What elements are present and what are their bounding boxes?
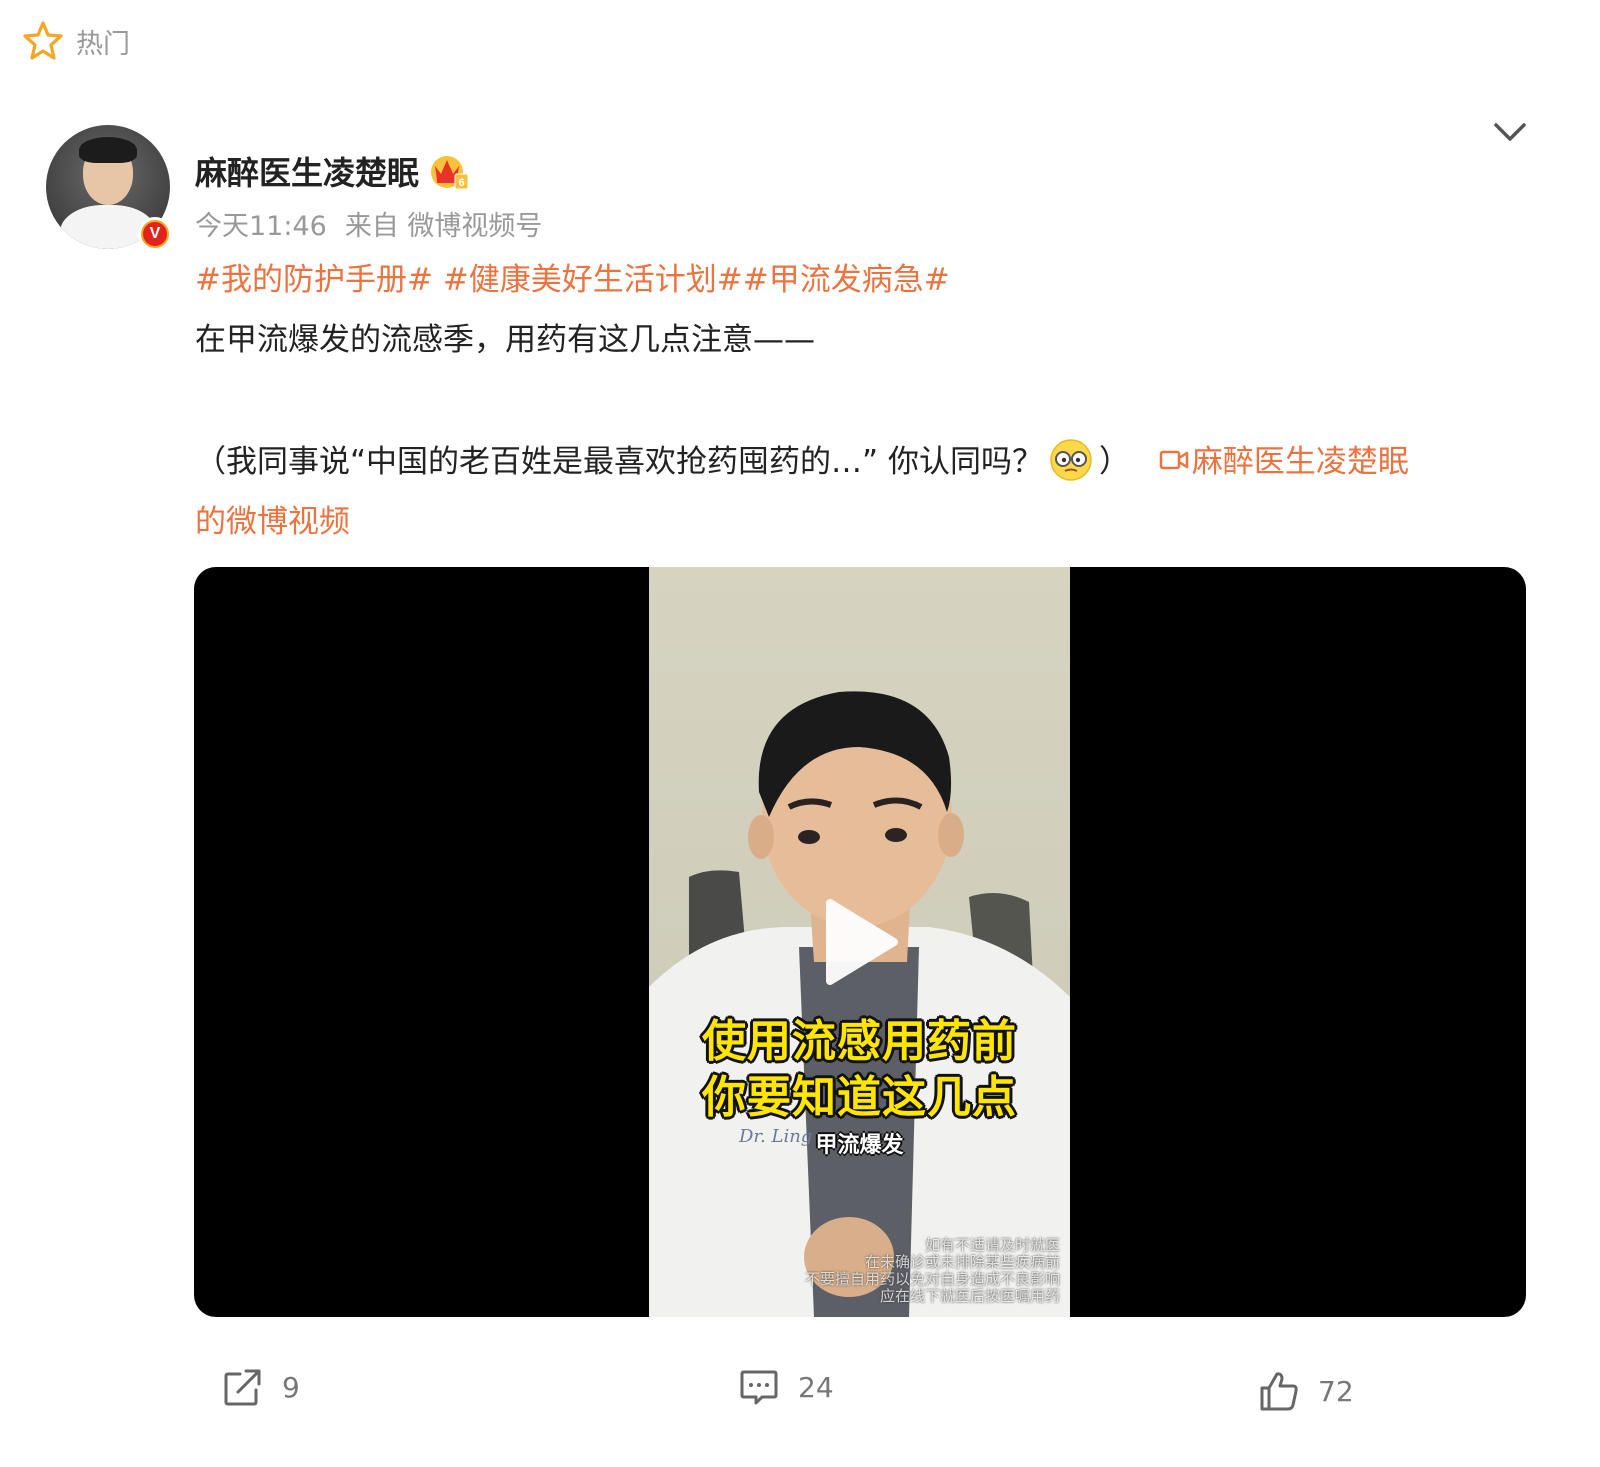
chevron-down-icon[interactable] xyxy=(1490,115,1530,151)
action-bar: 9 24 72 xyxy=(0,1366,1600,1416)
video-link-text-part2[interactable]: 的微博视频 xyxy=(195,492,1525,552)
hot-header: 热门 xyxy=(22,18,130,64)
disclaimer-line: 应在线下就医后按医嘱用药 xyxy=(879,1287,1060,1305)
video-disclaimer: 如有不适请及时就医 在未确诊或未排除某些疾病前 不要擅自用药以免对自身造成不良影… xyxy=(805,1237,1060,1305)
topic-list: #我的防护手册# #健康美好生活计划##甲流发病急# xyxy=(195,250,1525,310)
video-caption-line3: 甲流爆发 xyxy=(815,1133,904,1158)
thumbs-up-icon xyxy=(1260,1372,1298,1411)
author-avatar[interactable]: V xyxy=(46,125,172,251)
face-with-glasses-emoji xyxy=(1050,439,1092,481)
verified-v-icon: V xyxy=(138,217,172,251)
post-content: #我的防护手册# #健康美好生活计划##甲流发病急# 在甲流爆发的流感季，用药有… xyxy=(195,250,1525,552)
post-text-line2: （我同事说“中国的老百姓是最喜欢抢药囤药的…” 你认同吗？ ） 麻醉医生凌楚眠 xyxy=(195,432,1525,492)
hot-label: 热门 xyxy=(76,28,130,60)
disclaimer-line: 在未确诊或未排除某些疾病前 xyxy=(864,1253,1060,1271)
video-caption-line1: 使用流感用药前 xyxy=(702,1016,1017,1067)
post-meta: 今天11:46 来自 微博视频号 xyxy=(195,204,542,243)
topic-link[interactable]: #健康美好生活计划# xyxy=(443,262,743,298)
video-frame: Dr. Ling 使用流感用药前 你要知道这几点 甲流爆发 如有不适请及时就医 … xyxy=(649,567,1070,1317)
comment-count: 24 xyxy=(798,1370,834,1404)
topic-link[interactable]: #我的防护手册# xyxy=(195,262,433,298)
video-link-text-part1[interactable]: 麻醉医生凌楚眠 xyxy=(1192,444,1409,480)
author-name-row: 麻醉医生凌楚眠 6 xyxy=(195,148,469,194)
repost-button[interactable]: 9 xyxy=(222,1366,300,1408)
disclaimer-line: 不要擅自用药以免对自身造成不良影响 xyxy=(804,1270,1060,1288)
comment-icon xyxy=(740,1370,778,1405)
author-name[interactable]: 麻醉医生凌楚眠 xyxy=(195,148,419,194)
post-time[interactable]: 今天11:46 xyxy=(195,204,327,243)
repost-icon xyxy=(224,1369,261,1406)
like-count: 72 xyxy=(1318,1374,1354,1408)
play-icon[interactable] xyxy=(820,897,900,987)
svg-text:6: 6 xyxy=(458,177,464,189)
video-player[interactable]: Dr. Ling 使用流感用药前 你要知道这几点 甲流爆发 如有不适请及时就医 … xyxy=(194,567,1526,1317)
post-text-line1: 在甲流爆发的流感季，用药有这几点注意—— xyxy=(195,322,815,358)
comment-button[interactable]: 24 xyxy=(738,1366,834,1408)
disclaimer-line: 如有不适请及时就医 xyxy=(924,1236,1060,1254)
like-button[interactable]: 72 xyxy=(1258,1370,1354,1412)
star-outline-icon xyxy=(23,21,63,60)
video-camera-icon xyxy=(1159,450,1189,470)
crown-icon[interactable]: 6 xyxy=(429,152,469,190)
topic-link[interactable]: #甲流发病急# xyxy=(743,262,950,298)
post-text-line2-prefix: （我同事说“中国的老百姓是最喜欢抢药囤药的…” 你认同吗？ xyxy=(195,444,1043,480)
video-link[interactable]: 麻醉医生凌楚眠 xyxy=(1158,444,1409,480)
repost-count: 9 xyxy=(282,1370,300,1404)
video-caption-line2: 你要知道这几点 xyxy=(702,1072,1017,1123)
post-text-line2-suffix: ） xyxy=(1098,444,1130,480)
post-source: 来自 微博视频号 xyxy=(344,211,543,242)
